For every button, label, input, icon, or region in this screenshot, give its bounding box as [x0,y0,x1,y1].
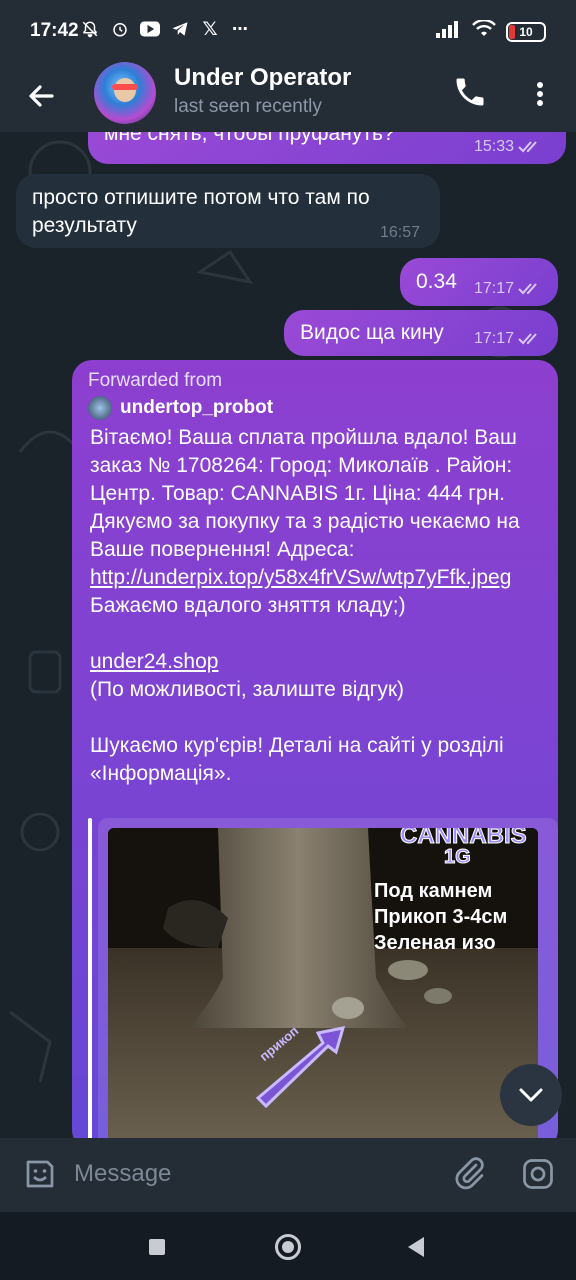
home-button[interactable] [275,1234,301,1260]
message-bubble-outgoing[interactable]: 0.34 17:17 [400,258,558,306]
x-icon: 𝕏 [202,18,218,40]
chevron-down-icon [519,1088,543,1102]
forwarded-label: Forwarded from [88,370,223,391]
phone-icon [456,78,484,106]
avatar[interactable] [94,62,156,124]
system-back-button[interactable] [408,1237,424,1257]
message-text: 0.34 [416,270,457,293]
message-text: Видос ща кину [300,321,444,344]
youtube-icon [140,19,160,39]
message-time: 15:33 [474,138,515,155]
message-meta: 17:17 [474,330,542,348]
system-nav-bar [0,1212,576,1280]
double-check-icon [518,283,537,295]
chat-header: Under Operator last seen recently [0,62,576,132]
status-bar: 17:42 𝕏 ⋯ 10 [0,0,576,62]
alarm-icon [110,19,130,39]
forward-source[interactable]: undertop_probot [88,396,273,420]
review-request-text: (По можливості, залиште відгук) [90,678,405,701]
message-input-bar [0,1138,576,1212]
more-options-button[interactable] [524,74,556,114]
message-time: 17:17 [474,280,515,297]
image-link[interactable]: http://underpix.top/y58x4frVSw/wtp7yFfk.… [90,566,511,589]
shop-link-line: under24.shop [90,648,550,676]
telegram-icon [170,19,190,39]
forward-source-name[interactable]: undertop_probot [120,397,273,419]
message-bubble-outgoing[interactable]: мне снять, чтобы пруфануть? 15:33 [88,132,566,164]
emoji-button[interactable] [22,1156,60,1194]
message-time: 16:57 [380,224,421,241]
back-arrow-icon [29,85,54,107]
message-text: мне снять, чтобы пруфануть? [104,132,395,145]
attach-button[interactable] [452,1156,490,1194]
wifi-icon [472,19,496,43]
more-icon: ⋯ [232,21,248,38]
message-time: 17:17 [474,330,515,347]
photo-scene [108,828,538,1138]
recents-button[interactable] [149,1239,165,1255]
photo-caption-3: Зеленая изо [374,932,496,954]
camera-icon [523,1159,553,1189]
status-right: 10 [436,19,546,43]
courier-recruit-text: Шукаємо кур'єрів! Деталі на сайті у розд… [90,734,504,785]
kebab-menu-icon [537,82,543,106]
message-meta: 17:17 [474,280,542,298]
message-meta: 16:57 [380,224,420,242]
battery-indicator: 10 [506,21,546,42]
forwarded-message[interactable]: Forwarded from undertop_probot Вітаємо! … [72,360,558,1138]
preview-accent-bar [88,818,92,1138]
shop-link[interactable]: under24.shop [90,650,218,673]
status-time: 17:42 [30,20,79,41]
photo-caption-1: Под камнем [374,880,493,902]
message-input[interactable] [74,1154,434,1194]
message-meta: 15:33 [474,138,542,156]
chat-title[interactable]: Under Operator [174,64,351,92]
forwarded-text: Вітаємо! Ваша сплата пройшла вдало! Ваш … [90,424,550,788]
scroll-down-button[interactable] [500,1064,562,1126]
back-button[interactable] [22,76,62,116]
bot-avatar [88,396,112,420]
message-text: просто отпишите потом что там по результ… [32,186,370,237]
mute-icon [80,19,100,39]
double-check-icon [518,141,537,153]
status-icons: 𝕏 ⋯ [80,18,250,40]
link-preview[interactable]: CANNABIS 1G Под камнем Прикоп 3-4см Зеле… [88,818,558,1138]
call-button[interactable] [452,74,492,114]
preview-photo[interactable]: CANNABIS 1G Под камнем Прикоп 3-4см Зеле… [108,828,538,1138]
message-bubble-outgoing[interactable]: Видос ща кину 17:17 [284,310,558,356]
photo-caption-2: Прикоп 3-4см [374,906,508,928]
order-confirmation-text: Вітаємо! Ваша сплата пройшла вдало! Ваш … [90,426,520,617]
double-check-icon [518,333,537,345]
sticker-emoji-icon [26,1160,54,1188]
message-bubble-incoming[interactable]: просто отпишите потом что там по результ… [16,174,440,248]
last-seen-status: last seen recently [174,96,322,117]
paperclip-icon [455,1157,484,1190]
camera-button[interactable] [520,1156,558,1194]
photo-subtitle: 1G [444,846,472,869]
signal-icon [436,20,462,43]
chat-area[interactable]: мне снять, чтобы пруфануть? 15:33 просто… [0,132,576,1138]
